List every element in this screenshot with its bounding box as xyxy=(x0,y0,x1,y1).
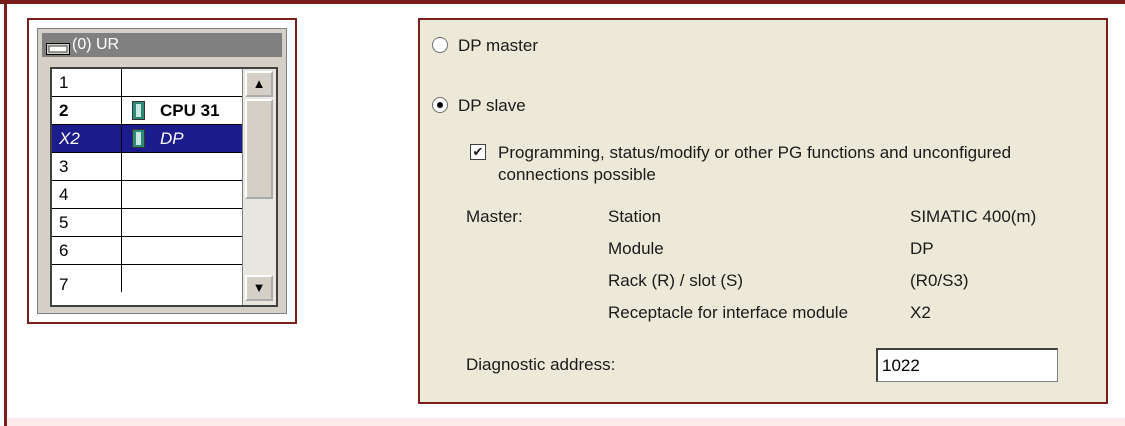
slot-module xyxy=(122,209,242,236)
scroll-down-button[interactable]: ▼ xyxy=(245,275,273,301)
slot-module xyxy=(122,153,242,180)
frame-bottom-strip xyxy=(7,418,1125,426)
slot-number: 4 xyxy=(52,181,122,208)
dp-master-label: DP master xyxy=(458,36,538,55)
scroll-thumb[interactable] xyxy=(245,99,273,199)
slot-number: X2 xyxy=(52,125,122,152)
pg-functions-label-line1: Programming, status/modify or other PG f… xyxy=(498,143,1012,162)
rack-title-bar[interactable]: (0) UR xyxy=(42,33,282,57)
dp-master-option[interactable]: DP master xyxy=(432,34,538,58)
module-label: Module xyxy=(608,239,664,258)
rack-panel: (0) UR 1 2 CPU 31 X2 DP 3 4 5 6 7 ▲ ▼ xyxy=(27,18,297,324)
slot-module xyxy=(122,265,242,292)
slot-module xyxy=(122,69,242,96)
slot-number: 7 xyxy=(52,265,122,294)
rack-icon xyxy=(46,39,70,55)
diagnostic-address-label: Diagnostic address: xyxy=(466,355,616,374)
table-row[interactable]: 5 xyxy=(52,209,242,237)
module-name: CPU 31 xyxy=(160,101,220,120)
dp-slave-label: DP slave xyxy=(458,96,526,115)
table-row[interactable]: 3 xyxy=(52,153,242,181)
slot-number: 5 xyxy=(52,209,122,236)
receptacle-value: X2 xyxy=(910,303,931,322)
table-row[interactable]: 4 xyxy=(52,181,242,209)
master-label: Master: xyxy=(466,207,523,226)
cpu-module-icon xyxy=(132,101,145,120)
table-row[interactable]: 1 xyxy=(52,69,242,97)
dp-slave-option[interactable]: DP slave xyxy=(432,94,526,118)
rack-window: (0) UR 1 2 CPU 31 X2 DP 3 4 5 6 7 ▲ ▼ xyxy=(37,28,287,314)
module-name: DP xyxy=(160,129,184,148)
table-row[interactable]: 6 xyxy=(52,237,242,265)
pg-functions-checkbox[interactable]: ✔ xyxy=(470,144,486,160)
scroll-up-button[interactable]: ▲ xyxy=(245,71,273,97)
frame-top-border xyxy=(0,0,1125,4)
dp-master-radio[interactable] xyxy=(432,36,448,53)
dp-properties-panel: DP master DP slave ✔ Programming, status… xyxy=(418,18,1108,404)
station-label: Station xyxy=(608,207,661,226)
table-row-selected[interactable]: X2 DP xyxy=(52,125,242,153)
table-row[interactable]: 7 xyxy=(52,265,242,294)
slot-number: 3 xyxy=(52,153,122,180)
diagnostic-address-field[interactable] xyxy=(876,348,1058,382)
rack-slot-value: (R0/S3) xyxy=(910,271,969,290)
dp-slave-radio[interactable] xyxy=(432,96,448,113)
pg-functions-label-line2: connections possible xyxy=(498,165,656,184)
module-value: DP xyxy=(910,239,934,258)
slot-module xyxy=(122,181,242,208)
slot-module: CPU 31 xyxy=(122,97,242,124)
slot-number: 6 xyxy=(52,237,122,264)
rack-slot-label: Rack (R) / slot (S) xyxy=(608,271,744,290)
slot-number: 2 xyxy=(52,97,122,124)
rack-slot-table: 1 2 CPU 31 X2 DP 3 4 5 6 7 ▲ ▼ xyxy=(50,67,278,307)
frame-left-border xyxy=(4,0,7,426)
receptacle-label: Receptacle for interface module xyxy=(608,303,849,322)
slot-module: DP xyxy=(122,125,242,152)
table-row[interactable]: 2 CPU 31 xyxy=(52,97,242,125)
slot-number: 1 xyxy=(52,69,122,96)
slot-module xyxy=(122,237,242,264)
vertical-scrollbar[interactable]: ▲ ▼ xyxy=(242,69,276,305)
rack-title: (0) UR xyxy=(72,36,120,53)
dp-module-icon xyxy=(132,129,145,148)
station-value: SIMATIC 400(m) xyxy=(910,207,1037,226)
